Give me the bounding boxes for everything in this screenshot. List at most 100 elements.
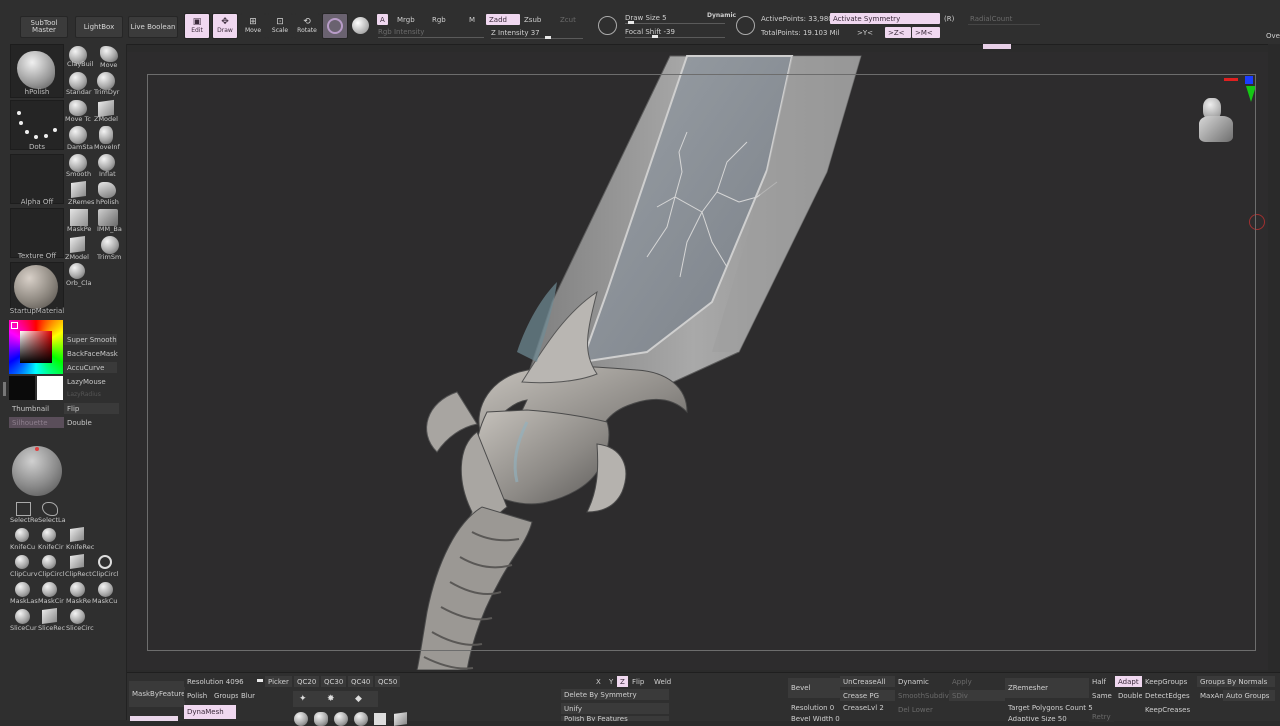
subtool-master-button[interactable]: SubTool Master [20,16,68,38]
polish-button[interactable]: Polish [184,690,211,701]
brush-icon[interactable]: ✦ [299,694,307,704]
rgb-toggle[interactable]: Rgb [432,16,446,24]
draw-size-knob[interactable] [628,21,634,24]
move-brush-icon[interactable] [100,46,118,62]
radial-count-slider[interactable]: RadialCount [970,15,1012,23]
scale-mode-button[interactable]: ⊡ Scale [267,13,293,39]
lightbox-button[interactable]: LightBox [75,16,123,38]
mask-curve-icon[interactable] [98,582,113,597]
zcut-toggle[interactable]: Zcut [560,16,576,24]
blur-slider[interactable]: Blur [238,690,259,701]
polish-by-features-button[interactable]: Polish By Features [561,716,669,721]
half-button[interactable]: Half [1089,676,1109,687]
overflow-menu[interactable]: Ove [1266,32,1280,40]
color-switch-icon[interactable] [3,382,6,396]
crease-pg-button[interactable]: Crease PG [840,690,896,701]
imm-basic-brush-icon[interactable] [98,209,118,226]
bevel-width-slider[interactable]: Bevel Width 0.05 [788,716,840,721]
alpha-slot[interactable] [10,154,64,204]
brush-icon[interactable]: ✸ [327,694,335,704]
z-intensity-knob[interactable] [545,36,551,39]
dynamesh-button[interactable]: DynaMesh [184,705,236,719]
zremesher-button[interactable]: ZRemesher [1005,678,1089,698]
texture-slot[interactable] [10,208,64,258]
accucurve-toggle[interactable]: AccuCurve [64,362,117,373]
qc40-button[interactable]: QC40 [348,676,374,687]
z-intensity-slider[interactable]: Z Intensity 37 [491,29,540,37]
dynamic-subdiv-button[interactable]: Dynamic [895,676,949,687]
slice-circle-icon[interactable] [70,609,85,624]
resolution-knob[interactable] [257,679,263,682]
rgb-intensity-slider[interactable]: Rgb Intensity [378,28,424,36]
zmodeler-brush-icon-2[interactable] [70,235,85,254]
mrgb-toggle[interactable]: Mrgb [397,16,415,24]
slice-curve-icon[interactable] [15,609,30,624]
mask-lasso-icon[interactable] [15,582,30,597]
adaptive-size-slider[interactable]: Adaptive Size 50 [1005,716,1091,721]
delete-by-symmetry-button[interactable]: Delete By Symmetry [561,689,669,700]
brush-icon[interactable]: ◆ [355,694,362,704]
symmetry-m-toggle[interactable]: >M< [912,27,940,38]
auto-groups-button[interactable]: Auto Groups [1223,690,1275,701]
color-square[interactable] [20,331,52,363]
insert-cube-icon[interactable] [374,713,386,725]
zremesher-guide-brush-icon[interactable] [71,180,86,199]
groups-by-normals-button[interactable]: Groups By Normals [1197,676,1275,687]
insert-ring-icon[interactable] [334,712,348,726]
mirror-z-toggle[interactable]: Z [617,676,628,687]
color-wheel[interactable] [9,320,63,374]
bevel-button[interactable]: Bevel [788,678,840,698]
lazyradius-slider[interactable]: LazyRadius [64,389,117,400]
knife-circle-icon[interactable] [42,528,56,542]
zadd-toggle[interactable]: Zadd [486,14,520,25]
lazymouse-toggle[interactable]: LazyMouse [64,376,117,387]
zsub-toggle[interactable]: Zsub [524,16,541,24]
uncrease-all-button[interactable]: UnCreaseAll [840,676,896,687]
focal-shift-slider[interactable]: Focal Shift -39 [625,28,675,36]
rotate-mode-button[interactable]: ⟲ Rotate [294,13,320,39]
mirror-weld-button[interactable]: Weld [651,676,675,687]
orb-clay-brush-icon[interactable] [69,263,85,279]
backface-mask-toggle[interactable]: BackFaceMask [64,348,118,359]
apply-button[interactable]: Apply [949,676,1005,687]
mirror-x-toggle[interactable]: X [593,676,604,687]
draw-size-link-icon[interactable] [598,16,617,35]
mirror-y-toggle[interactable]: Y [606,676,617,687]
same-button[interactable]: Same [1089,690,1115,701]
adapt-button[interactable]: Adapt [1115,676,1142,687]
picker-button[interactable]: Picker [265,676,292,687]
damstandard-brush-icon[interactable] [69,126,87,144]
symmetry-y-toggle[interactable]: >Y< [857,29,873,37]
activate-symmetry-button[interactable]: Activate Symmetry [830,13,940,24]
unify-button[interactable]: Unify [561,703,669,714]
flip-toggle[interactable]: Flip [64,403,119,414]
insert-sphere-icon[interactable] [294,712,308,726]
del-lower-button[interactable]: Del Lower [895,704,949,715]
double-toggle[interactable]: Double [64,417,119,428]
qc50-button[interactable]: QC50 [375,676,401,687]
a-toggle[interactable]: A [377,14,388,25]
qc20-button[interactable]: QC20 [294,676,320,687]
material-slot[interactable] [10,262,64,312]
focal-shift-knob[interactable] [652,35,658,38]
retry-button[interactable]: Retry [1089,711,1114,722]
live-boolean-button[interactable]: Live Boolean [128,16,178,38]
inflate-brush-icon[interactable] [98,154,115,171]
draw-mode-button[interactable]: ✥ Draw [212,13,238,39]
mirror-flip-button[interactable]: Flip [629,676,648,687]
move-topological-brush-icon[interactable] [69,100,87,116]
resolution-slider[interactable]: Resolution 4096 [184,676,262,687]
edit-mode-button[interactable]: ▣ Edit [184,13,210,39]
select-lasso-icon[interactable] [42,502,58,516]
select-rect-icon[interactable] [16,502,31,516]
m-toggle[interactable]: M [469,16,475,24]
keep-groups-button[interactable]: KeepGroups [1142,676,1191,687]
knife-curve-icon[interactable] [15,528,29,542]
sdiv-slider[interactable]: SDiv [949,690,1005,701]
clip-circle-center-icon[interactable] [98,555,112,569]
crease-level-slider[interactable]: CreaseLvl 2 [840,702,896,713]
knife-rect-icon[interactable] [70,527,84,542]
sculptris-pro-button[interactable] [322,13,348,39]
main-color-swatch[interactable] [37,376,63,400]
insert-box-icon[interactable] [394,712,407,726]
